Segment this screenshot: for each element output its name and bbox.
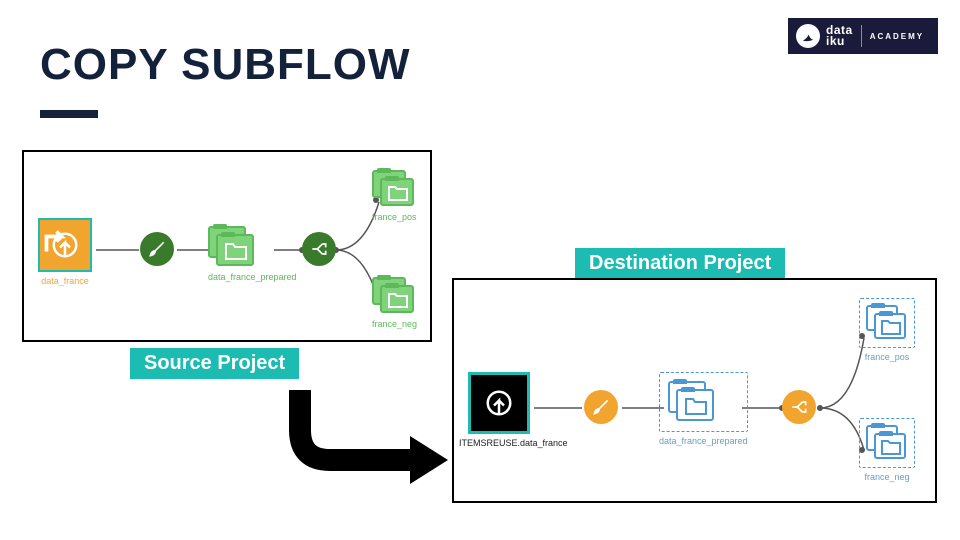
empty-dataset-node[interactable] [659, 372, 748, 432]
divider [861, 25, 862, 47]
folder-icon [224, 240, 248, 262]
brand-text: data iku [826, 25, 853, 47]
dataiku-bird-icon [796, 24, 820, 48]
split-recipe-node[interactable] [302, 232, 336, 266]
node-label: data_france_prepared [208, 272, 297, 282]
folder-icon [880, 317, 902, 337]
destination-project-label: Destination Project [575, 248, 785, 279]
prepare-recipe-node[interactable] [584, 390, 618, 424]
source-project-label: Source Project [130, 348, 299, 379]
prepare-broom-icon [147, 239, 167, 259]
brand-badge: data iku ACADEMY [788, 18, 938, 54]
foreign-shared-dataset-node[interactable] [468, 372, 530, 434]
prepare-broom-icon [591, 397, 611, 417]
page-title: COPY SUBFLOW [40, 40, 411, 90]
folder-icon [684, 395, 708, 417]
node-label: france_pos [372, 212, 417, 222]
destination-project-panel: ITEMSREUSE.data_france data_france_prepa… [452, 278, 937, 503]
folder-icon [880, 437, 902, 457]
empty-dataset-node[interactable] [859, 418, 915, 468]
node-label: data_france [38, 276, 92, 286]
brand-sub: ACADEMY [870, 32, 924, 41]
folder-icon [387, 290, 409, 310]
title-underline [40, 110, 98, 118]
copy-arrow-icon [270, 390, 460, 510]
node-label: ITEMSREUSE.data_france [459, 438, 539, 448]
split-recipe-node[interactable] [782, 390, 816, 424]
dataset-node[interactable] [372, 170, 416, 208]
share-arrow-icon [44, 224, 74, 254]
node-label: france_pos [859, 352, 915, 362]
node-label: france_neg [372, 319, 417, 329]
empty-dataset-node[interactable] [859, 298, 915, 348]
split-icon [309, 239, 329, 259]
shared-dataset-icon [484, 388, 514, 418]
dataset-node[interactable] [208, 226, 256, 268]
prepare-recipe-node[interactable] [140, 232, 174, 266]
source-project-panel: data_france data_france_prepared [22, 150, 432, 342]
split-icon [789, 397, 809, 417]
dataset-node[interactable] [372, 277, 416, 315]
shared-dataset-node[interactable] [38, 218, 92, 272]
node-label: data_france_prepared [659, 436, 748, 446]
folder-icon [387, 183, 409, 203]
node-label: france_neg [859, 472, 915, 482]
